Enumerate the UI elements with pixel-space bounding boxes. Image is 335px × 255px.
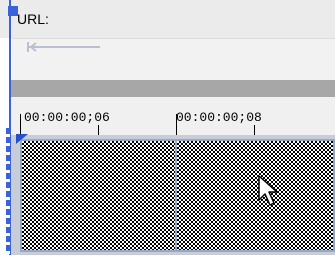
- flag-icon: [8, 6, 18, 22]
- url-label: URL:: [17, 11, 49, 27]
- mouse-cursor-icon: [258, 175, 278, 206]
- timecode-label: 00:00:00;06: [24, 110, 110, 125]
- left-arrow-icon: [27, 42, 100, 52]
- separator-bar: [11, 80, 335, 97]
- cursor-dash-line: [6, 128, 10, 254]
- url-bar: [0, 0, 335, 38]
- ruler-tick: [98, 125, 99, 135]
- video-frame-thumbnail[interactable]: [175, 139, 335, 252]
- playhead-icon[interactable]: [16, 134, 28, 144]
- video-frame-thumbnail[interactable]: [20, 139, 177, 252]
- ruler-tick: [20, 114, 21, 135]
- ruler-tick: [254, 125, 255, 135]
- timecode-label: 00:00:00;08: [176, 110, 262, 125]
